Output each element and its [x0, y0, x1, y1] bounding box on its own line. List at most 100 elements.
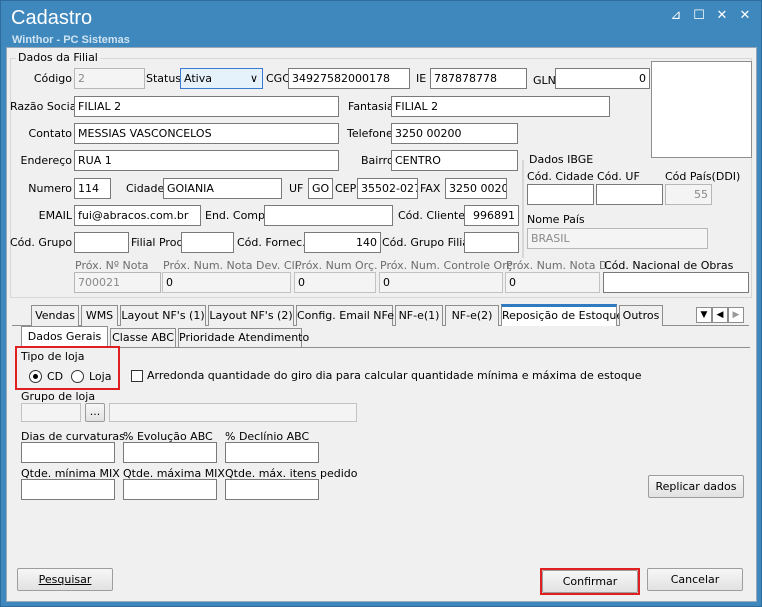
endereco-label: Endereço — [20, 154, 73, 167]
grupo-loja-code-field[interactable] — [21, 403, 81, 422]
numero-field[interactable]: 114 — [74, 178, 111, 199]
bairro-label: Bairro — [361, 154, 394, 167]
subtab-dados-gerais[interactable]: Dados Gerais — [21, 326, 108, 348]
gln-label: GLN — [533, 74, 556, 87]
subtab-prioridade-atendimento[interactable]: Prioridade Atendimento — [178, 328, 309, 347]
fantasia-label: Fantasia — [348, 100, 394, 113]
prox-nota-label: Próx. Nº Nota — [75, 259, 149, 272]
razao-social-field[interactable]: FILIAL 2 — [74, 96, 339, 117]
status-value: Ativa — [184, 72, 212, 85]
prox-ctrl-orc-label: Próx. Num. Controle Orç. — [380, 259, 517, 272]
cod-cidade-field[interactable] — [527, 184, 594, 205]
tab-scroll-right-icon[interactable]: ▶ — [728, 307, 744, 323]
tab-vendas[interactable]: Vendas — [31, 305, 79, 326]
cod-fornec-field[interactable]: 140 — [304, 232, 381, 253]
cd-radio-label: CD — [47, 370, 64, 383]
evolucao-abc-field[interactable] — [123, 442, 217, 463]
pesquisar-button[interactable]: Pesquisar — [17, 568, 113, 591]
cod-nac-obras-label: Cód. Nacional de Obras — [604, 259, 734, 272]
status-select[interactable]: Ativa ∨ — [180, 68, 263, 89]
qtde-min-mix-field[interactable] — [21, 479, 115, 500]
loja-radio[interactable] — [71, 370, 84, 383]
ie-label: IE — [416, 72, 427, 85]
tipo-loja-title: Tipo de loja — [21, 350, 85, 363]
arredonda-checkbox[interactable] — [131, 370, 143, 382]
email-label: EMAIL — [38, 209, 72, 222]
tab-scroll-left-icon[interactable]: ◀ — [712, 307, 728, 323]
cod-pais-field[interactable]: 55 — [665, 184, 712, 205]
tab-reposicao-estoque[interactable]: Reposição de Estoque — [501, 304, 623, 326]
tab-layout-nfs-2[interactable]: Layout NF's (2) — [208, 305, 294, 326]
prox-nota-d-field[interactable]: 0 — [505, 272, 600, 293]
ie-field[interactable]: 787878778 — [430, 68, 527, 89]
fax-label: FAX — [420, 182, 441, 195]
confirmar-button[interactable]: Confirmar — [542, 570, 638, 593]
nome-pais-label: Nome País — [527, 213, 585, 226]
qtde-max-itens-field[interactable] — [225, 479, 319, 500]
close-icon[interactable]: ✕ — [712, 7, 732, 25]
client-area: Dados da Filial Código 2 Status Ativa ∨ … — [6, 47, 757, 602]
cidade-field[interactable]: GOIANIA — [163, 178, 282, 199]
subtab-classe-abc[interactable]: Classe ABC — [110, 328, 176, 347]
contato-field[interactable]: MESSIAS VASCONCELOS — [74, 123, 339, 144]
arredonda-label: Arredonda quantidade do giro dia para ca… — [147, 369, 642, 382]
filial-group-title: Dados da Filial — [16, 51, 100, 64]
tab-nfe-2[interactable]: NF-e(2) — [445, 305, 499, 326]
prox-ctrl-orc-field[interactable]: 0 — [379, 272, 503, 293]
codigo-field[interactable]: 2 — [74, 68, 145, 89]
cod-pais-label: Cód País(DDI) — [665, 170, 741, 183]
tab-layout-nfs-1[interactable]: Layout NF's (1) — [120, 305, 206, 326]
cgc-field[interactable]: 34927582000178 — [288, 68, 410, 89]
tab-outros[interactable]: Outros — [619, 305, 663, 326]
uf-field[interactable]: GO — [308, 178, 333, 199]
prox-nota-dev-label: Próx. Num. Nota Dev. Cli. — [163, 259, 302, 272]
endereco-field[interactable]: RUA 1 — [74, 150, 339, 171]
dias-curvaturas-field[interactable] — [21, 442, 115, 463]
tab-nfe-1[interactable]: NF-e(1) — [395, 305, 443, 326]
email-field[interactable]: fui@abracos.com.br — [74, 205, 201, 226]
close-window-icon[interactable]: ✕ — [735, 7, 755, 25]
tab-wms[interactable]: WMS — [81, 305, 118, 326]
cidade-label: Cidade — [126, 182, 165, 195]
cod-fornec-label: Cód. Fornec. — [237, 236, 306, 249]
telefone-label: Telefone — [347, 127, 393, 140]
tab-config-email-nfe[interactable]: Config. Email NFe — [296, 305, 394, 326]
cep-label: CEP — [335, 182, 357, 195]
grupo-loja-browse-button[interactable]: ... — [85, 403, 105, 422]
prox-nota-field[interactable]: 700021 — [74, 272, 161, 293]
end-comp-field[interactable] — [264, 205, 393, 226]
logo-image-box[interactable] — [651, 61, 752, 158]
window: Cadastro Winthor - PC Sistemas ⊿ ☐ ✕ ✕ D… — [0, 0, 762, 607]
prox-nota-dev-field[interactable]: 0 — [162, 272, 291, 293]
telefone-field[interactable]: 3250 00200 — [391, 123, 518, 144]
nome-pais-field[interactable]: BRASIL — [527, 228, 708, 249]
prox-orc-field[interactable]: 0 — [294, 272, 376, 293]
grupo-loja-desc-field[interactable] — [109, 403, 357, 422]
cod-cliente-field[interactable]: 996891 — [464, 205, 519, 226]
declinio-abc-field[interactable] — [225, 442, 319, 463]
fax-field[interactable]: 3250 00200 — [445, 178, 507, 199]
bairro-field[interactable]: CENTRO — [391, 150, 518, 171]
cd-radio[interactable] — [29, 370, 42, 383]
cod-grupo-filial-label: Cód. Grupo Filial — [382, 236, 473, 249]
cod-cliente-label: Cód. Cliente — [398, 209, 465, 222]
ibge-group — [522, 160, 524, 258]
cod-grupo-field[interactable] — [74, 232, 129, 253]
qtde-max-mix-field[interactable] — [123, 479, 217, 500]
minimize-icon[interactable]: ⊿ — [666, 7, 686, 25]
cancelar-button[interactable]: Cancelar — [647, 568, 743, 591]
cod-grupo-filial-field[interactable] — [464, 232, 519, 253]
restore-icon[interactable]: ☐ — [689, 7, 709, 25]
window-title: Cadastro — [11, 7, 93, 29]
replicar-dados-button[interactable]: Replicar dados — [648, 475, 744, 498]
grupo-loja-label: Grupo de loja — [21, 390, 96, 403]
tab-list-down-icon[interactable]: ▼ — [696, 307, 712, 323]
cod-uf-field[interactable] — [596, 184, 663, 205]
filial-prod-field[interactable] — [181, 232, 234, 253]
cgc-label: CGC — [266, 72, 290, 85]
cod-nac-obras-field[interactable] — [603, 272, 749, 293]
fantasia-field[interactable]: FILIAL 2 — [391, 96, 610, 117]
gln-field[interactable]: 0 — [555, 68, 650, 89]
cod-grupo-label: Cód. Grupo — [10, 236, 73, 249]
cep-field[interactable]: 35502-027 — [357, 178, 418, 199]
